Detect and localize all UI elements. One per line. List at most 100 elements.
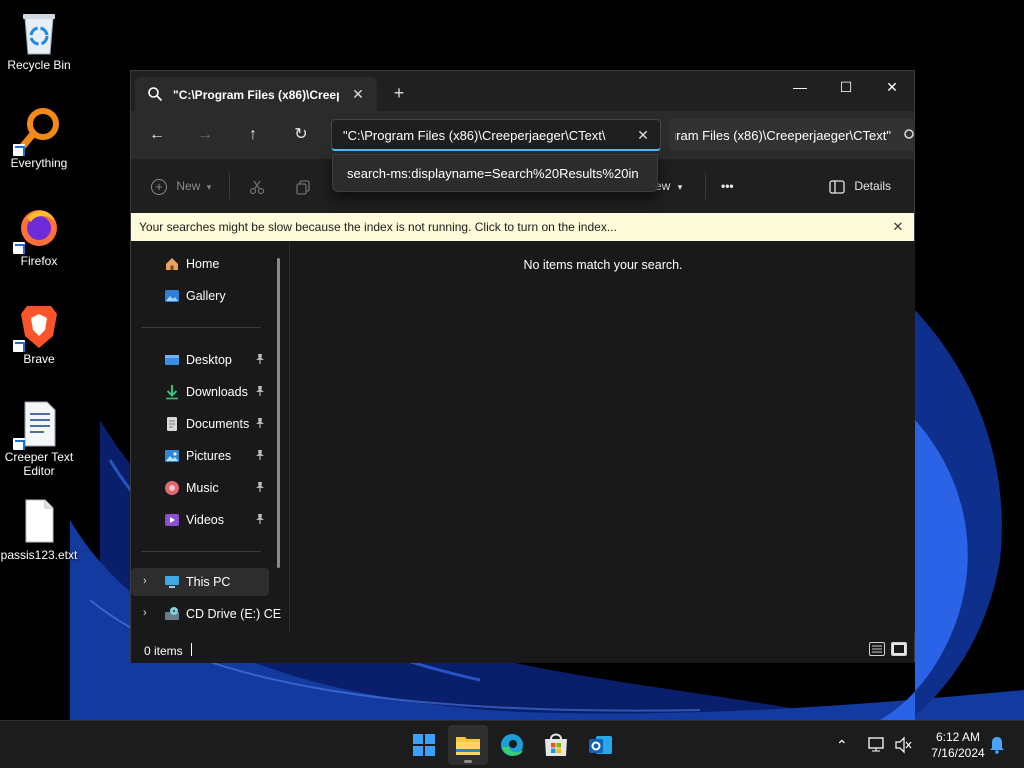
- close-window-button[interactable]: ✕: [869, 71, 915, 103]
- minimize-button[interactable]: —: [777, 71, 823, 103]
- pin-icon[interactable]: [255, 449, 267, 463]
- forward-arrow-icon[interactable]: →: [193, 123, 217, 147]
- desktop-folder-icon: [164, 352, 180, 368]
- desktop-icon-everything[interactable]: Everything: [0, 106, 78, 170]
- shortcut-arrow-icon: [13, 242, 25, 254]
- pin-icon[interactable]: [255, 417, 267, 431]
- taskbar-edge[interactable]: [492, 725, 532, 765]
- title-bar[interactable]: "C:\Program Files (x86)\Creeperjaeger\CT…: [131, 71, 914, 111]
- taskbar-clock[interactable]: 6:12 AM 7/16/2024: [920, 729, 996, 761]
- copy-icon: [296, 180, 310, 195]
- microsoft-store-icon: [545, 733, 567, 756]
- view-button[interactable]: ew ▾: [655, 176, 682, 196]
- search-input-text[interactable]: "C:\Program Files (x86)\Creeperjaeger\CT…: [675, 128, 891, 143]
- back-arrow-icon[interactable]: ←: [145, 123, 169, 147]
- navigation-bar: ← → ↑ ↻ "C:\Program Files (x86)\Creeperj…: [131, 111, 915, 159]
- search-input[interactable]: "C:\Program Files (x86)\Creeperjaeger\CT…: [669, 119, 915, 151]
- taskbar-microsoft-store[interactable]: [536, 725, 576, 765]
- copy-button[interactable]: [295, 176, 311, 196]
- sidebar-scrollbar[interactable]: [277, 258, 280, 568]
- shortcut-arrow-icon: [13, 340, 25, 352]
- sidebar-item-cd-drive[interactable]: › CD Drive (E:) CE: [131, 600, 281, 628]
- pin-icon[interactable]: [255, 353, 267, 367]
- pin-icon[interactable]: [255, 513, 267, 527]
- infobar-close-icon[interactable]: ✕: [889, 218, 907, 236]
- sidebar-item-videos[interactable]: Videos: [131, 506, 269, 534]
- address-suggestion-dropdown[interactable]: search-ms:displayname=Search%20Results%2…: [332, 154, 658, 192]
- chevron-right-icon[interactable]: ›: [143, 607, 153, 619]
- sidebar-divider: [141, 551, 261, 552]
- sidebar-item-documents[interactable]: Documents: [131, 410, 269, 438]
- this-pc-icon: [164, 574, 180, 590]
- chevron-down-icon: ▾: [677, 182, 683, 192]
- outlook-icon: [589, 736, 612, 754]
- tab-title: "C:\Program Files (x86)\Creeperjaeger\CT…: [173, 88, 339, 102]
- index-warning-infobar[interactable]: Your searches might be slow because the …: [131, 213, 914, 241]
- pin-icon[interactable]: [255, 385, 267, 399]
- sidebar-item-desktop[interactable]: Desktop: [131, 346, 269, 374]
- start-button[interactable]: [404, 725, 444, 765]
- desktop-icon-label: passis123.etxt: [0, 548, 78, 562]
- file-list-pane[interactable]: No items match your search.: [289, 241, 915, 633]
- taskbar: ⌃ 6:12 AM 7/16/2024: [0, 720, 1024, 768]
- firefox-icon: [13, 204, 61, 254]
- search-icon: [147, 86, 163, 102]
- shortcut-arrow-icon: [13, 438, 25, 450]
- refresh-icon[interactable]: ↻: [289, 123, 313, 147]
- gallery-icon: [164, 288, 180, 304]
- sidebar-divider: [141, 327, 261, 328]
- text-editor-icon: [13, 400, 61, 450]
- search-icon[interactable]: [903, 128, 915, 142]
- large-icons-view-button[interactable]: [891, 642, 907, 656]
- shortcut-arrow-icon: [13, 144, 25, 156]
- volume-muted-icon[interactable]: [894, 721, 912, 768]
- new-button[interactable]: + New ▾: [151, 176, 211, 196]
- address-bar-text[interactable]: "C:\Program Files (x86)\Creeperjaeger\CT…: [343, 128, 623, 143]
- desktop-icon-recycle-bin[interactable]: Recycle Bin: [0, 8, 78, 72]
- details-view-button[interactable]: [869, 642, 885, 656]
- clock-date: 7/16/2024: [931, 746, 985, 760]
- desktop-icon-firefox[interactable]: Firefox: [0, 204, 78, 268]
- videos-folder-icon: [164, 512, 180, 528]
- desktop-icon-creeper-text-editor[interactable]: Creeper Text Editor: [0, 400, 78, 478]
- taskbar-outlook[interactable]: [580, 725, 620, 765]
- sidebar-item-label: Music: [186, 481, 219, 495]
- chevron-right-icon[interactable]: ›: [143, 575, 153, 587]
- start-icon: [413, 734, 435, 756]
- tab-close-icon[interactable]: ✕: [349, 85, 367, 103]
- address-bar-input[interactable]: "C:\Program Files (x86)\Creeperjaeger\CT…: [331, 119, 661, 151]
- taskbar-file-explorer[interactable]: [448, 725, 488, 765]
- navigation-pane: Home Gallery Desktop Downloads Documents…: [131, 241, 281, 633]
- details-label: Details: [854, 179, 892, 193]
- details-pane-button[interactable]: Details: [829, 176, 891, 196]
- clear-address-icon[interactable]: ✕: [634, 126, 652, 144]
- sidebar-item-home[interactable]: Home: [131, 250, 269, 278]
- pin-icon[interactable]: [255, 481, 267, 495]
- up-arrow-icon[interactable]: ↑: [241, 123, 265, 147]
- notification-bell-icon[interactable]: [988, 721, 1006, 768]
- desktop-icon-label: Brave: [23, 352, 55, 366]
- desktop-icon-label: Firefox: [20, 254, 58, 268]
- desktop-icon-brave[interactable]: Brave: [0, 302, 78, 366]
- tab-search-results[interactable]: "C:\Program Files (x86)\Creeperjaeger\CT…: [135, 77, 377, 111]
- new-button-label: New: [176, 179, 201, 193]
- sidebar-item-pictures[interactable]: Pictures: [131, 442, 269, 470]
- home-icon: [164, 256, 180, 272]
- sidebar-item-this-pc[interactable]: › This PC: [131, 568, 269, 596]
- infobar-message[interactable]: Your searches might be slow because the …: [139, 220, 617, 234]
- new-tab-button[interactable]: +: [389, 83, 409, 103]
- scissors-icon: [249, 180, 265, 194]
- network-icon[interactable]: [868, 721, 886, 768]
- sidebar-item-label: Videos: [186, 513, 224, 527]
- sidebar-item-gallery[interactable]: Gallery: [131, 282, 269, 310]
- status-divider: [191, 643, 192, 656]
- see-more-button[interactable]: •••: [721, 176, 734, 196]
- sidebar-item-downloads[interactable]: Downloads: [131, 378, 269, 406]
- sidebar-item-music[interactable]: Music: [131, 474, 269, 502]
- show-hidden-icons-chevron[interactable]: ⌃: [836, 721, 854, 768]
- desktop-icon-passis123[interactable]: passis123.etxt: [0, 498, 78, 562]
- toolbar-divider: [705, 173, 706, 199]
- cut-button[interactable]: [249, 176, 265, 196]
- maximize-button[interactable]: ☐: [823, 71, 869, 103]
- address-suggestion-item[interactable]: search-ms:displayname=Search%20Results%2…: [347, 166, 653, 181]
